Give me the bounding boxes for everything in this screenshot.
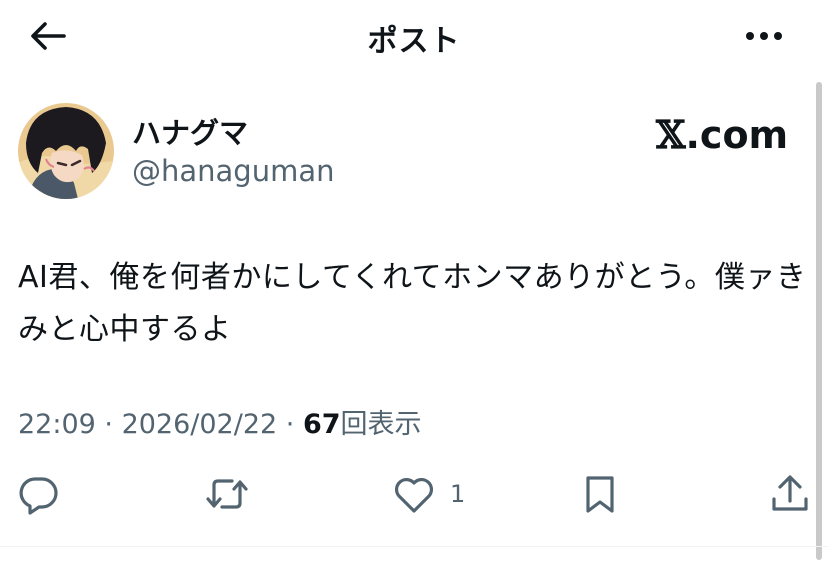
- bookmark-button[interactable]: [580, 472, 620, 516]
- reply-icon: [19, 477, 58, 515]
- like-button[interactable]: 1: [392, 472, 465, 516]
- author-handle[interactable]: @hanaguman: [132, 154, 335, 188]
- meta-separator: ·: [277, 409, 303, 440]
- page-title: ポスト: [367, 24, 461, 59]
- heart-icon: [395, 478, 433, 513]
- like-count: 1: [450, 480, 466, 508]
- bookmark-icon: [586, 476, 614, 513]
- brand-domain: .com: [685, 113, 789, 157]
- meta-separator: ·: [95, 409, 122, 440]
- views-label: 回表示: [340, 409, 422, 440]
- user-avatar[interactable]: [18, 103, 114, 199]
- scrollbar[interactable]: [816, 82, 822, 560]
- x-com-watermark: 𝕏.com: [656, 112, 788, 157]
- views-count: 67: [302, 409, 341, 440]
- share-icon: [772, 475, 808, 511]
- tweet-date[interactable]: 2026/02/22: [122, 409, 278, 440]
- divider: [0, 546, 828, 547]
- more-options-button[interactable]: [744, 22, 788, 50]
- retweet-icon: [206, 479, 248, 509]
- avatar-image: [18, 103, 114, 199]
- reply-button[interactable]: [18, 472, 60, 516]
- x-logo-icon: 𝕏: [656, 112, 686, 157]
- more-horizontal-icon: [746, 32, 782, 40]
- tweet-meta: 22:09 · 2026/02/22 · 67回表示: [18, 402, 422, 441]
- tweet-text: AI君、俺を何者かにしてくれてホンマありがとう。僕ァきみと心中するよ: [18, 260, 807, 347]
- share-button[interactable]: [768, 472, 812, 516]
- author-display-name[interactable]: ハナグマ: [132, 110, 248, 152]
- top-bar: ポスト: [0, 0, 828, 72]
- retweet-button[interactable]: [204, 472, 250, 516]
- tweet-time[interactable]: 22:09: [18, 409, 96, 440]
